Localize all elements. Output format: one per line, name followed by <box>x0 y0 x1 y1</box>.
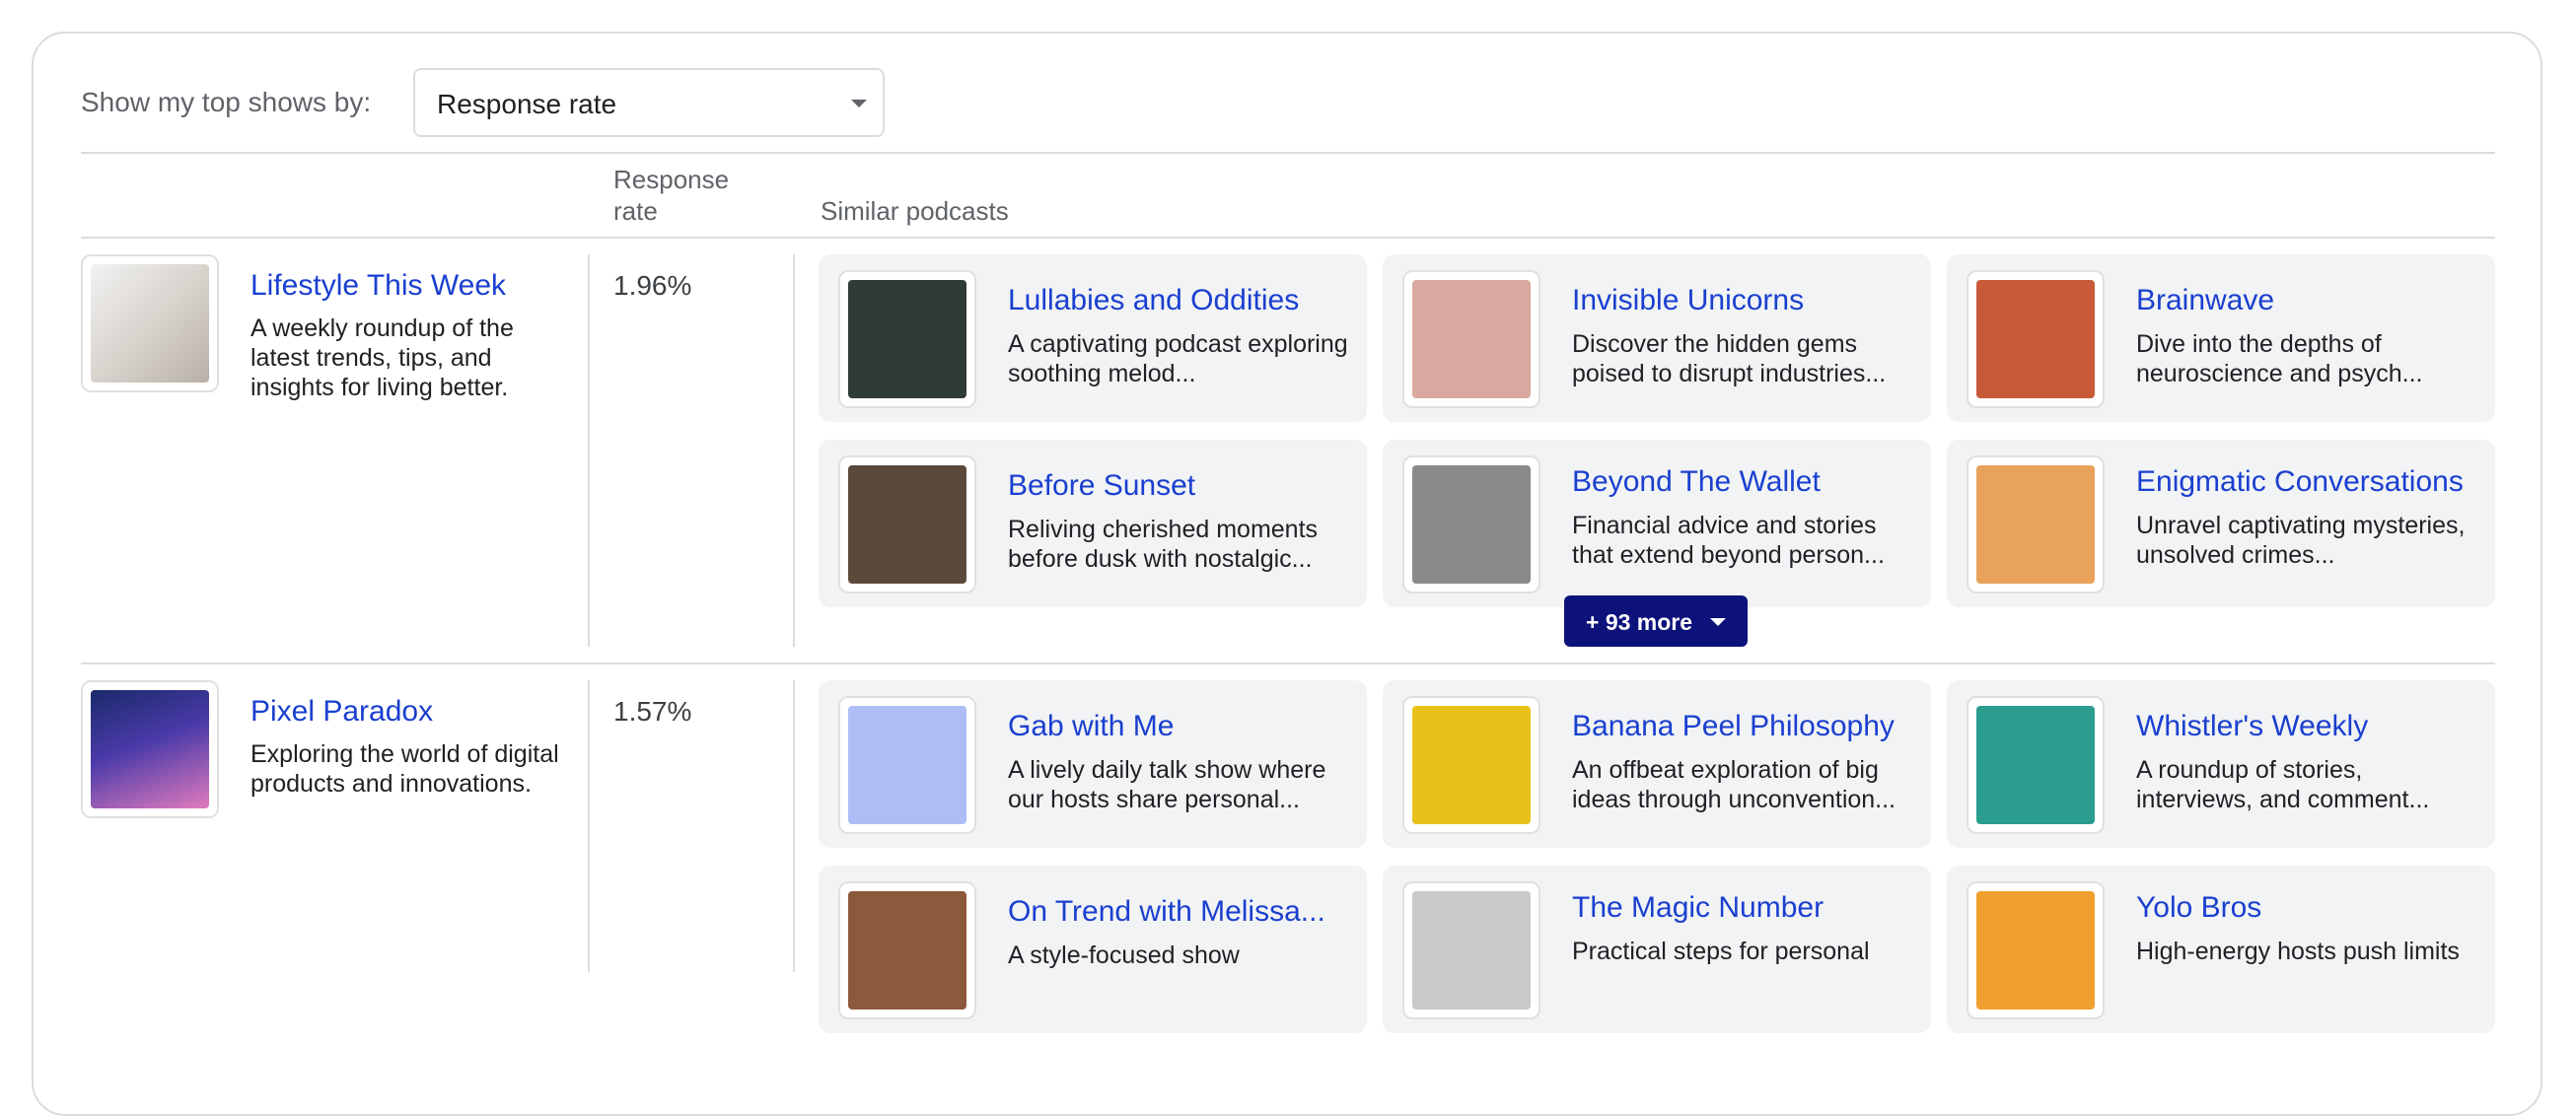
sort-by-select[interactable]: Response rate <box>413 68 885 137</box>
show-more-label: + 93 more <box>1586 609 1693 635</box>
podcast-artwork <box>1967 881 2105 1019</box>
podcast-artwork <box>1402 270 1540 408</box>
similar-podcast-card[interactable]: Banana Peel Philosophy An offbeat explor… <box>1383 680 1931 848</box>
similar-podcast-title[interactable]: Lullabies and Oddities <box>1008 284 1299 317</box>
column-header-similar-podcasts: Similar podcasts <box>821 196 1009 226</box>
column-divider <box>793 254 795 647</box>
podcast-artwork <box>1967 696 2105 834</box>
row-divider <box>81 663 2495 664</box>
podcast-artwork <box>1402 696 1540 834</box>
column-header-response-rate: Response rate <box>613 165 730 226</box>
similar-podcast-card[interactable]: Lullabies and Oddities A captivating pod… <box>819 254 1367 422</box>
artwork-image <box>1412 465 1531 584</box>
show-description: A weekly roundup of the latest trends, t… <box>250 314 514 401</box>
similar-podcast-description: Discover the hidden gems poised to disru… <box>1572 330 1887 387</box>
similar-podcast-title[interactable]: Banana Peel Philosophy <box>1572 710 1895 743</box>
response-rate-value: 1.96% <box>613 270 692 301</box>
similar-podcast-card[interactable]: Invisible Unicorns Discover the hidden g… <box>1383 254 1931 422</box>
dropdown-arrow-icon <box>851 100 867 107</box>
podcast-artwork <box>838 455 976 593</box>
similar-podcast-card[interactable]: The Magic Number Practical steps for per… <box>1383 866 1931 1033</box>
similar-podcast-title[interactable]: The Magic Number <box>1572 891 1824 925</box>
filter-label: Show my top shows by: <box>81 87 372 117</box>
similar-podcast-description: Dive into the depths of neuroscience and… <box>2136 330 2423 387</box>
podcast-artwork <box>1402 881 1540 1019</box>
header-divider-top <box>81 152 2495 154</box>
similar-podcast-card[interactable]: Enigmatic Conversations Unravel captivat… <box>1947 440 2495 607</box>
similar-podcast-title[interactable]: Brainwave <box>2136 284 2274 317</box>
similar-podcast-title[interactable]: Invisible Unicorns <box>1572 284 1804 317</box>
artwork-image <box>1412 280 1531 398</box>
show-description: Exploring the world of digital products … <box>250 740 559 798</box>
similar-podcast-card[interactable]: Yolo Bros High-energy hosts push limits <box>1947 866 2495 1033</box>
similar-podcast-card[interactable]: Beyond The Wallet Financial advice and s… <box>1383 440 1931 607</box>
artwork-image <box>1412 706 1531 824</box>
similar-podcast-description: Practical steps for personal <box>1572 938 1870 965</box>
show-title[interactable]: Pixel Paradox <box>250 695 433 729</box>
column-divider <box>588 680 590 972</box>
podcast-artwork <box>1967 455 2105 593</box>
similar-podcast-description: A lively daily talk show where our hosts… <box>1008 756 1326 813</box>
similar-podcast-description: An offbeat exploration of big ideas thro… <box>1572 756 1896 813</box>
similar-podcast-description: High-energy hosts push limits <box>2136 938 2460 965</box>
similar-podcast-card[interactable]: Before Sunset Reliving cherished moments… <box>819 440 1367 607</box>
show-artwork[interactable] <box>81 680 219 818</box>
column-divider <box>588 254 590 647</box>
header-divider-bottom <box>81 237 2495 239</box>
similar-podcast-title[interactable]: On Trend with Melissa... <box>1008 895 1325 929</box>
column-divider <box>793 680 795 972</box>
sort-by-value: Response rate <box>437 89 617 119</box>
similar-podcast-description: A style-focused show <box>1008 942 1240 969</box>
show-more-button[interactable]: + 93 more <box>1564 595 1748 647</box>
similar-podcast-card[interactable]: Whistler's Weekly A roundup of stories, … <box>1947 680 2495 848</box>
similar-podcast-title[interactable]: Gab with Me <box>1008 710 1174 743</box>
podcast-artwork <box>1402 455 1540 593</box>
similar-podcast-description: A roundup of stories, interviews, and co… <box>2136 756 2430 813</box>
similar-podcast-title[interactable]: Before Sunset <box>1008 469 1195 503</box>
similar-podcast-description: Financial advice and stories that extend… <box>1572 512 1885 569</box>
pixel-paradox-artwork-image <box>91 690 209 808</box>
podcast-artwork <box>838 881 976 1019</box>
artwork-image <box>848 891 966 1010</box>
similar-podcast-title[interactable]: Yolo Bros <box>2136 891 2261 925</box>
similar-podcast-description: Unravel captivating mysteries, unsolved … <box>2136 512 2466 569</box>
similar-podcast-card[interactable]: On Trend with Melissa... A style-focused… <box>819 866 1367 1033</box>
artwork-image <box>1976 706 2095 824</box>
podcast-artwork <box>838 696 976 834</box>
similar-podcast-description: Reliving cherished moments before dusk w… <box>1008 516 1319 573</box>
artwork-image <box>848 706 966 824</box>
podcast-artwork <box>838 270 976 408</box>
artwork-image <box>1412 891 1531 1010</box>
artwork-image <box>848 280 966 398</box>
artwork-image <box>1976 891 2095 1010</box>
similar-podcast-title[interactable]: Beyond The Wallet <box>1572 465 1821 499</box>
similar-podcast-description: A captivating podcast exploring soothing… <box>1008 330 1348 387</box>
similar-podcast-card[interactable]: Brainwave Dive into the depths of neuros… <box>1947 254 2495 422</box>
podcast-artwork <box>1967 270 2105 408</box>
artwork-image <box>1976 465 2095 584</box>
show-title[interactable]: Lifestyle This Week <box>250 269 506 303</box>
similar-podcast-card[interactable]: Gab with Me A lively daily talk show whe… <box>819 680 1367 848</box>
lifestyle-artwork-image <box>91 264 209 383</box>
response-rate-value: 1.57% <box>613 696 692 727</box>
chevron-down-icon <box>1710 618 1726 626</box>
show-artwork[interactable] <box>81 254 219 392</box>
artwork-image <box>848 465 966 584</box>
similar-podcast-title[interactable]: Enigmatic Conversations <box>2136 465 2464 499</box>
artwork-image <box>1976 280 2095 398</box>
similar-podcast-title[interactable]: Whistler's Weekly <box>2136 710 2368 743</box>
